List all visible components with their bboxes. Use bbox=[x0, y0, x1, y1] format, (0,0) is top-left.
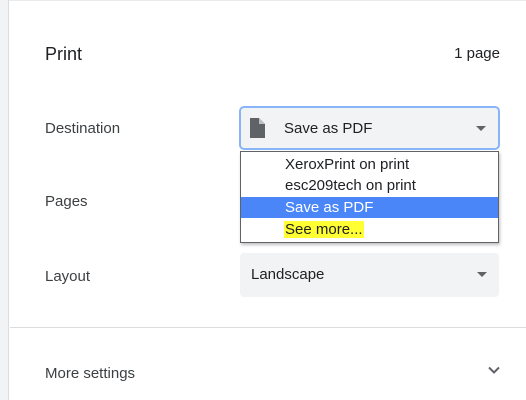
print-dialog: Print 1 page Destination Save as PDF Pag… bbox=[0, 0, 526, 400]
dropdown-option-see-more[interactable]: See more... bbox=[241, 219, 498, 240]
destination-value: Save as PDF bbox=[284, 120, 373, 137]
more-settings-label: More settings bbox=[45, 365, 136, 382]
option-label: esc209tech on print bbox=[285, 177, 416, 194]
page-title: Print bbox=[45, 44, 83, 64]
page-count: 1 page bbox=[454, 45, 500, 62]
chevron-down-icon bbox=[488, 366, 500, 374]
dropdown-option-xeroxprint[interactable]: XeroxPrint on print bbox=[241, 154, 498, 175]
caret-down-icon bbox=[477, 272, 487, 277]
destination-select[interactable]: Save as PDF bbox=[240, 107, 499, 149]
option-label: See more... bbox=[284, 221, 364, 238]
more-settings-toggle[interactable]: More settings bbox=[10, 350, 526, 394]
option-label: XeroxPrint on print bbox=[285, 156, 410, 173]
layout-label: Layout bbox=[45, 268, 91, 285]
top-divider bbox=[9, 0, 526, 1]
dropdown-option-esc209tech[interactable]: esc209tech on print bbox=[241, 175, 498, 196]
dropdown-option-save-as-pdf[interactable]: Save as PDF bbox=[241, 197, 498, 218]
option-label: Save as PDF bbox=[285, 199, 374, 216]
layout-select[interactable]: Landscape bbox=[240, 253, 499, 297]
layout-value: Landscape bbox=[251, 266, 325, 283]
preview-pane-edge bbox=[0, 0, 9, 400]
document-icon bbox=[250, 118, 265, 138]
pages-label: Pages bbox=[45, 193, 88, 210]
destination-dropdown: XeroxPrint on print esc209tech on print … bbox=[240, 151, 499, 243]
destination-label: Destination bbox=[45, 120, 121, 137]
section-divider bbox=[10, 327, 526, 328]
caret-down-icon bbox=[476, 126, 486, 131]
